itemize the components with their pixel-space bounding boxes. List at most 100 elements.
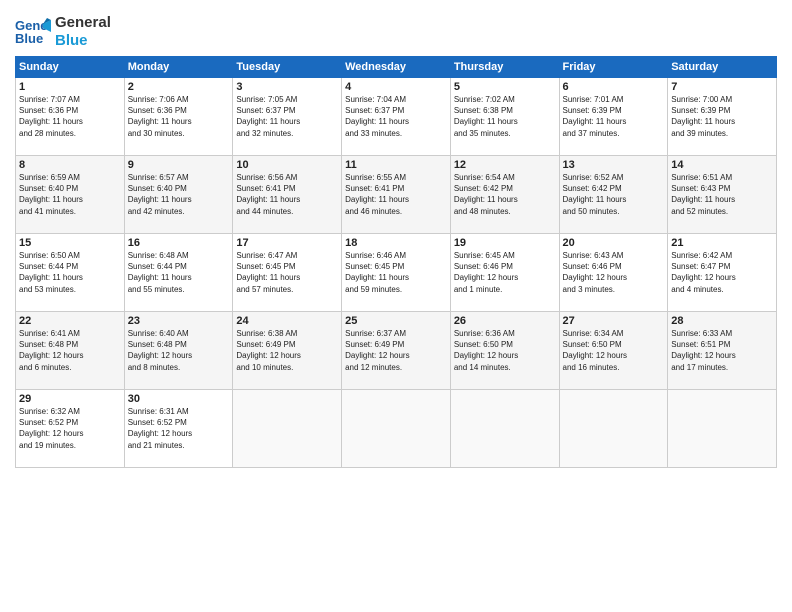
day-number: 6 [563, 81, 665, 93]
day-number: 24 [236, 315, 338, 327]
day-number: 5 [454, 81, 556, 93]
day-cell-17: 17Sunrise: 6:47 AM Sunset: 6:45 PM Dayli… [233, 234, 342, 312]
day-cell-19: 19Sunrise: 6:45 AM Sunset: 6:46 PM Dayli… [450, 234, 559, 312]
day-info: Sunrise: 6:52 AM Sunset: 6:42 PM Dayligh… [563, 172, 665, 217]
day-info: Sunrise: 6:34 AM Sunset: 6:50 PM Dayligh… [563, 328, 665, 373]
day-info: Sunrise: 6:51 AM Sunset: 6:43 PM Dayligh… [671, 172, 773, 217]
day-info: Sunrise: 6:56 AM Sunset: 6:41 PM Dayligh… [236, 172, 338, 217]
calendar-body: 1Sunrise: 7:07 AM Sunset: 6:36 PM Daylig… [16, 78, 777, 468]
day-number: 13 [563, 159, 665, 171]
day-cell-26: 26Sunrise: 6:36 AM Sunset: 6:50 PM Dayli… [450, 312, 559, 390]
weekday-wednesday: Wednesday [342, 57, 451, 78]
day-info: Sunrise: 6:48 AM Sunset: 6:44 PM Dayligh… [128, 250, 230, 295]
day-cell-10: 10Sunrise: 6:56 AM Sunset: 6:41 PM Dayli… [233, 156, 342, 234]
day-cell-27: 27Sunrise: 6:34 AM Sunset: 6:50 PM Dayli… [559, 312, 668, 390]
day-number: 8 [19, 159, 121, 171]
day-cell-22: 22Sunrise: 6:41 AM Sunset: 6:48 PM Dayli… [16, 312, 125, 390]
calendar-week-5: 29Sunrise: 6:32 AM Sunset: 6:52 PM Dayli… [16, 390, 777, 468]
day-number: 1 [19, 81, 121, 93]
day-info: Sunrise: 6:59 AM Sunset: 6:40 PM Dayligh… [19, 172, 121, 217]
logo: General Blue General Blue [15, 10, 111, 50]
day-cell-7: 7Sunrise: 7:00 AM Sunset: 6:39 PM Daylig… [668, 78, 777, 156]
day-cell-11: 11Sunrise: 6:55 AM Sunset: 6:41 PM Dayli… [342, 156, 451, 234]
empty-cell [668, 390, 777, 468]
page: General Blue General Blue SundayMondayTu… [0, 0, 792, 612]
day-number: 11 [345, 159, 447, 171]
weekday-header-row: SundayMondayTuesdayWednesdayThursdayFrid… [16, 57, 777, 78]
day-info: Sunrise: 6:42 AM Sunset: 6:47 PM Dayligh… [671, 250, 773, 295]
day-number: 29 [19, 393, 121, 405]
day-cell-14: 14Sunrise: 6:51 AM Sunset: 6:43 PM Dayli… [668, 156, 777, 234]
day-info: Sunrise: 6:41 AM Sunset: 6:48 PM Dayligh… [19, 328, 121, 373]
day-number: 10 [236, 159, 338, 171]
day-cell-21: 21Sunrise: 6:42 AM Sunset: 6:47 PM Dayli… [668, 234, 777, 312]
day-number: 26 [454, 315, 556, 327]
day-number: 3 [236, 81, 338, 93]
day-info: Sunrise: 6:46 AM Sunset: 6:45 PM Dayligh… [345, 250, 447, 295]
day-number: 25 [345, 315, 447, 327]
empty-cell [450, 390, 559, 468]
day-number: 20 [563, 237, 665, 249]
day-cell-4: 4Sunrise: 7:04 AM Sunset: 6:37 PM Daylig… [342, 78, 451, 156]
day-cell-25: 25Sunrise: 6:37 AM Sunset: 6:49 PM Dayli… [342, 312, 451, 390]
day-number: 18 [345, 237, 447, 249]
day-info: Sunrise: 6:40 AM Sunset: 6:48 PM Dayligh… [128, 328, 230, 373]
logo-icon: General Blue [15, 16, 51, 48]
day-info: Sunrise: 6:54 AM Sunset: 6:42 PM Dayligh… [454, 172, 556, 217]
day-info: Sunrise: 6:57 AM Sunset: 6:40 PM Dayligh… [128, 172, 230, 217]
weekday-sunday: Sunday [16, 57, 125, 78]
day-number: 22 [19, 315, 121, 327]
day-number: 14 [671, 159, 773, 171]
day-cell-2: 2Sunrise: 7:06 AM Sunset: 6:36 PM Daylig… [124, 78, 233, 156]
day-number: 7 [671, 81, 773, 93]
day-cell-15: 15Sunrise: 6:50 AM Sunset: 6:44 PM Dayli… [16, 234, 125, 312]
day-cell-20: 20Sunrise: 6:43 AM Sunset: 6:46 PM Dayli… [559, 234, 668, 312]
day-cell-6: 6Sunrise: 7:01 AM Sunset: 6:39 PM Daylig… [559, 78, 668, 156]
day-number: 30 [128, 393, 230, 405]
day-cell-29: 29Sunrise: 6:32 AM Sunset: 6:52 PM Dayli… [16, 390, 125, 468]
day-cell-8: 8Sunrise: 6:59 AM Sunset: 6:40 PM Daylig… [16, 156, 125, 234]
day-info: Sunrise: 7:01 AM Sunset: 6:39 PM Dayligh… [563, 94, 665, 139]
day-info: Sunrise: 6:43 AM Sunset: 6:46 PM Dayligh… [563, 250, 665, 295]
day-info: Sunrise: 6:31 AM Sunset: 6:52 PM Dayligh… [128, 406, 230, 451]
day-number: 19 [454, 237, 556, 249]
day-info: Sunrise: 6:37 AM Sunset: 6:49 PM Dayligh… [345, 328, 447, 373]
calendar-table: SundayMondayTuesdayWednesdayThursdayFrid… [15, 56, 777, 468]
day-cell-16: 16Sunrise: 6:48 AM Sunset: 6:44 PM Dayli… [124, 234, 233, 312]
day-cell-13: 13Sunrise: 6:52 AM Sunset: 6:42 PM Dayli… [559, 156, 668, 234]
day-number: 17 [236, 237, 338, 249]
day-cell-28: 28Sunrise: 6:33 AM Sunset: 6:51 PM Dayli… [668, 312, 777, 390]
day-cell-9: 9Sunrise: 6:57 AM Sunset: 6:40 PM Daylig… [124, 156, 233, 234]
day-cell-23: 23Sunrise: 6:40 AM Sunset: 6:48 PM Dayli… [124, 312, 233, 390]
calendar-week-3: 15Sunrise: 6:50 AM Sunset: 6:44 PM Dayli… [16, 234, 777, 312]
empty-cell [233, 390, 342, 468]
calendar-week-2: 8Sunrise: 6:59 AM Sunset: 6:40 PM Daylig… [16, 156, 777, 234]
day-info: Sunrise: 6:45 AM Sunset: 6:46 PM Dayligh… [454, 250, 556, 295]
day-info: Sunrise: 6:50 AM Sunset: 6:44 PM Dayligh… [19, 250, 121, 295]
day-number: 9 [128, 159, 230, 171]
day-info: Sunrise: 7:07 AM Sunset: 6:36 PM Dayligh… [19, 94, 121, 139]
day-number: 27 [563, 315, 665, 327]
day-cell-5: 5Sunrise: 7:02 AM Sunset: 6:38 PM Daylig… [450, 78, 559, 156]
day-number: 21 [671, 237, 773, 249]
day-info: Sunrise: 6:55 AM Sunset: 6:41 PM Dayligh… [345, 172, 447, 217]
day-cell-1: 1Sunrise: 7:07 AM Sunset: 6:36 PM Daylig… [16, 78, 125, 156]
day-info: Sunrise: 7:06 AM Sunset: 6:36 PM Dayligh… [128, 94, 230, 139]
day-info: Sunrise: 6:33 AM Sunset: 6:51 PM Dayligh… [671, 328, 773, 373]
day-info: Sunrise: 7:04 AM Sunset: 6:37 PM Dayligh… [345, 94, 447, 139]
empty-cell [342, 390, 451, 468]
weekday-monday: Monday [124, 57, 233, 78]
day-info: Sunrise: 6:36 AM Sunset: 6:50 PM Dayligh… [454, 328, 556, 373]
weekday-friday: Friday [559, 57, 668, 78]
weekday-saturday: Saturday [668, 57, 777, 78]
day-number: 4 [345, 81, 447, 93]
day-info: Sunrise: 7:05 AM Sunset: 6:37 PM Dayligh… [236, 94, 338, 139]
day-info: Sunrise: 7:02 AM Sunset: 6:38 PM Dayligh… [454, 94, 556, 139]
empty-cell [559, 390, 668, 468]
weekday-tuesday: Tuesday [233, 57, 342, 78]
day-cell-18: 18Sunrise: 6:46 AM Sunset: 6:45 PM Dayli… [342, 234, 451, 312]
day-cell-24: 24Sunrise: 6:38 AM Sunset: 6:49 PM Dayli… [233, 312, 342, 390]
day-info: Sunrise: 7:00 AM Sunset: 6:39 PM Dayligh… [671, 94, 773, 139]
day-cell-3: 3Sunrise: 7:05 AM Sunset: 6:37 PM Daylig… [233, 78, 342, 156]
day-number: 16 [128, 237, 230, 249]
